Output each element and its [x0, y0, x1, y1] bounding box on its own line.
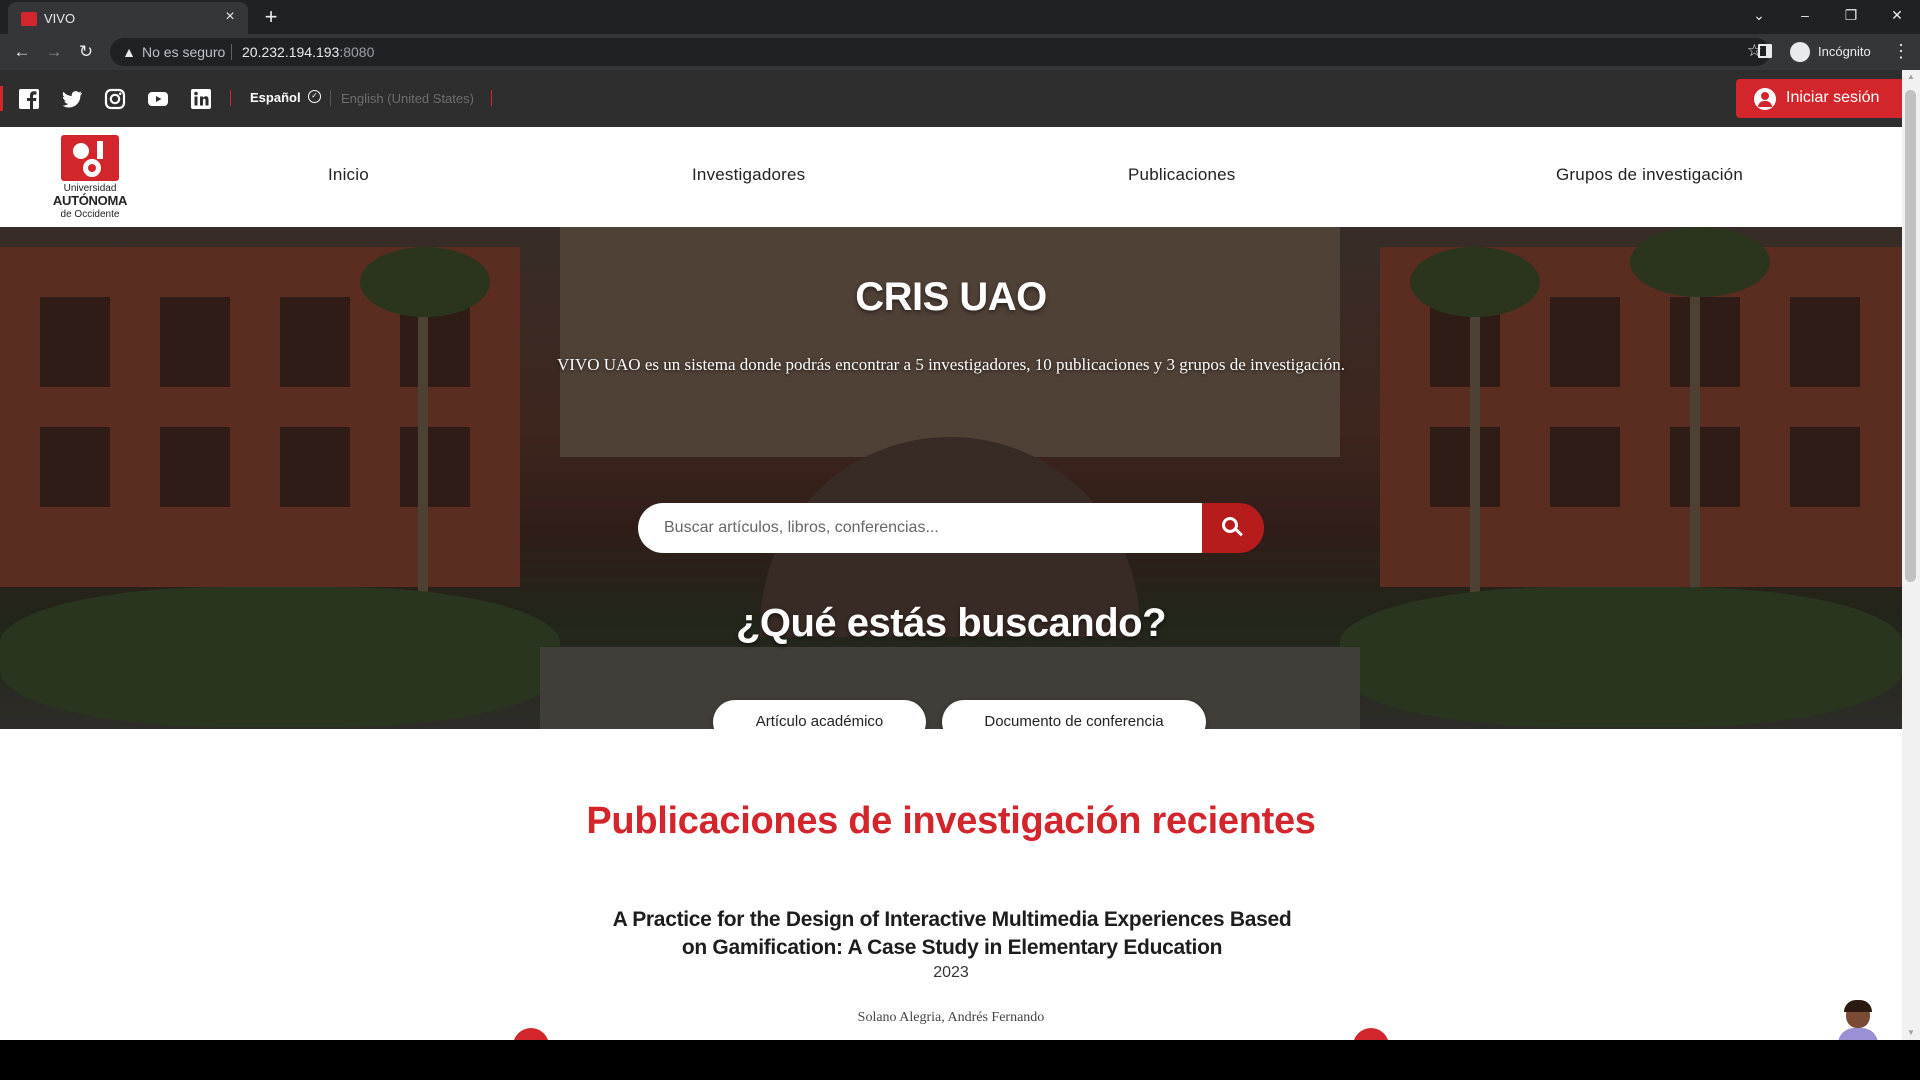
tab-title: VIVO [44, 11, 76, 26]
tab-close-icon[interactable]: × [220, 7, 240, 27]
hero-banner: CRIS UAO VIVO UAO es un sistema donde po… [0, 227, 1902, 729]
nav-investigadores[interactable]: Investigadores [692, 165, 805, 185]
chat-assistant-avatar[interactable] [1832, 1000, 1882, 1040]
nav-grupos[interactable]: Grupos de investigación [1556, 165, 1743, 185]
address-bar[interactable]: ▲ No es seguro 20.232.194.193:8080 ☆ [110, 38, 1770, 66]
lang-english[interactable]: English (United States) [341, 91, 474, 106]
lang-spanish[interactable]: Español [250, 90, 301, 105]
url-host: 20.232.194.193 [242, 44, 340, 60]
search-input[interactable] [638, 503, 1202, 553]
search-prompt-heading: ¿Qué estás buscando? [735, 601, 1167, 645]
tab-search-icon[interactable]: ⌄ [1736, 0, 1782, 30]
publication-title[interactable]: A Practice for the Design of Interactive… [600, 906, 1304, 962]
carousel-prev-button[interactable] [513, 1028, 549, 1040]
reload-icon[interactable]: ↻ [72, 38, 100, 66]
browser-menu-icon[interactable]: ⋮ [1892, 41, 1910, 62]
nav-inicio[interactable]: Inicio [328, 165, 369, 185]
publication-year: 2023 [933, 964, 969, 981]
new-tab-button[interactable]: + [258, 4, 284, 30]
check-icon: ✓ [308, 90, 321, 103]
recent-publications-heading: Publicaciones de investigación recientes [586, 800, 1316, 842]
minimize-icon[interactable]: – [1782, 0, 1828, 30]
publication-author[interactable]: Solano Alegria, Andrés Fernando [0, 1010, 1902, 1026]
facebook-icon[interactable] [18, 88, 40, 110]
uao-logo-mark [61, 135, 119, 181]
user-icon [1754, 88, 1776, 110]
lang-divider [330, 90, 331, 106]
search-bar [638, 503, 1264, 553]
lang-divider [491, 90, 492, 106]
login-label: Iniciar sesión [1786, 89, 1880, 106]
red-accent-bar [0, 86, 3, 111]
scroll-down-icon[interactable]: ▼ [1906, 1028, 1916, 1037]
restore-icon[interactable]: ❐ [1828, 0, 1874, 30]
instagram-icon[interactable] [104, 88, 126, 110]
omnibox-divider [231, 44, 232, 60]
chip-documento-conferencia[interactable]: Documento de conferencia [942, 700, 1206, 729]
favicon-icon [21, 12, 37, 26]
logo-text-line2: AUTÓNOMA [52, 193, 128, 208]
browser-tabstrip: VIVO × + ⌄ – ❐ ✕ [0, 0, 1920, 34]
top-social-bar: Español ✓ English (United States) Inicia… [0, 70, 1902, 127]
uao-logo[interactable]: Universidad AUTÓNOMA de Occidente [44, 135, 136, 221]
url-port: :8080 [339, 44, 375, 60]
web-page: Español ✓ English (United States) Inicia… [0, 70, 1902, 1040]
chip-articulo-academico[interactable]: Artículo académico [713, 700, 926, 729]
screen-bottom-edge [0, 1040, 1920, 1080]
lang-divider [230, 90, 231, 106]
security-label[interactable]: No es seguro [142, 44, 225, 60]
linkedin-icon[interactable] [190, 88, 212, 110]
browser-toolbar: ← → ↻ ▲ No es seguro 20.232.194.193:8080… [0, 34, 1920, 70]
search-button[interactable] [1202, 503, 1264, 553]
nav-publicaciones[interactable]: Publicaciones [1128, 165, 1236, 185]
warning-icon[interactable]: ▲ [120, 42, 138, 60]
forward-icon[interactable]: → [40, 38, 68, 66]
back-icon[interactable]: ← [8, 38, 36, 66]
scrollbar-thumb[interactable] [1905, 90, 1916, 582]
hero-title: CRIS UAO [855, 275, 1047, 319]
incognito-label[interactable]: Incógnito [1818, 44, 1871, 59]
scroll-up-icon[interactable]: ▲ [1906, 72, 1916, 81]
youtube-icon[interactable] [147, 88, 169, 110]
logo-text-line3: de Occidente [60, 209, 120, 220]
login-button[interactable]: Iniciar sesión [1736, 79, 1902, 118]
close-window-icon[interactable]: ✕ [1874, 0, 1920, 30]
twitter-icon[interactable] [61, 88, 83, 110]
browser-tab[interactable]: VIVO × [8, 2, 248, 34]
url-text[interactable]: 20.232.194.193:8080 [242, 44, 374, 60]
hero-subtitle: VIVO UAO es un sistema donde podrás enco… [557, 355, 1345, 374]
carousel-next-button[interactable] [1353, 1028, 1389, 1040]
main-navbar: Universidad AUTÓNOMA de Occidente Inicio… [0, 127, 1902, 227]
side-panel-icon[interactable] [1758, 44, 1772, 58]
incognito-icon[interactable] [1790, 42, 1810, 62]
